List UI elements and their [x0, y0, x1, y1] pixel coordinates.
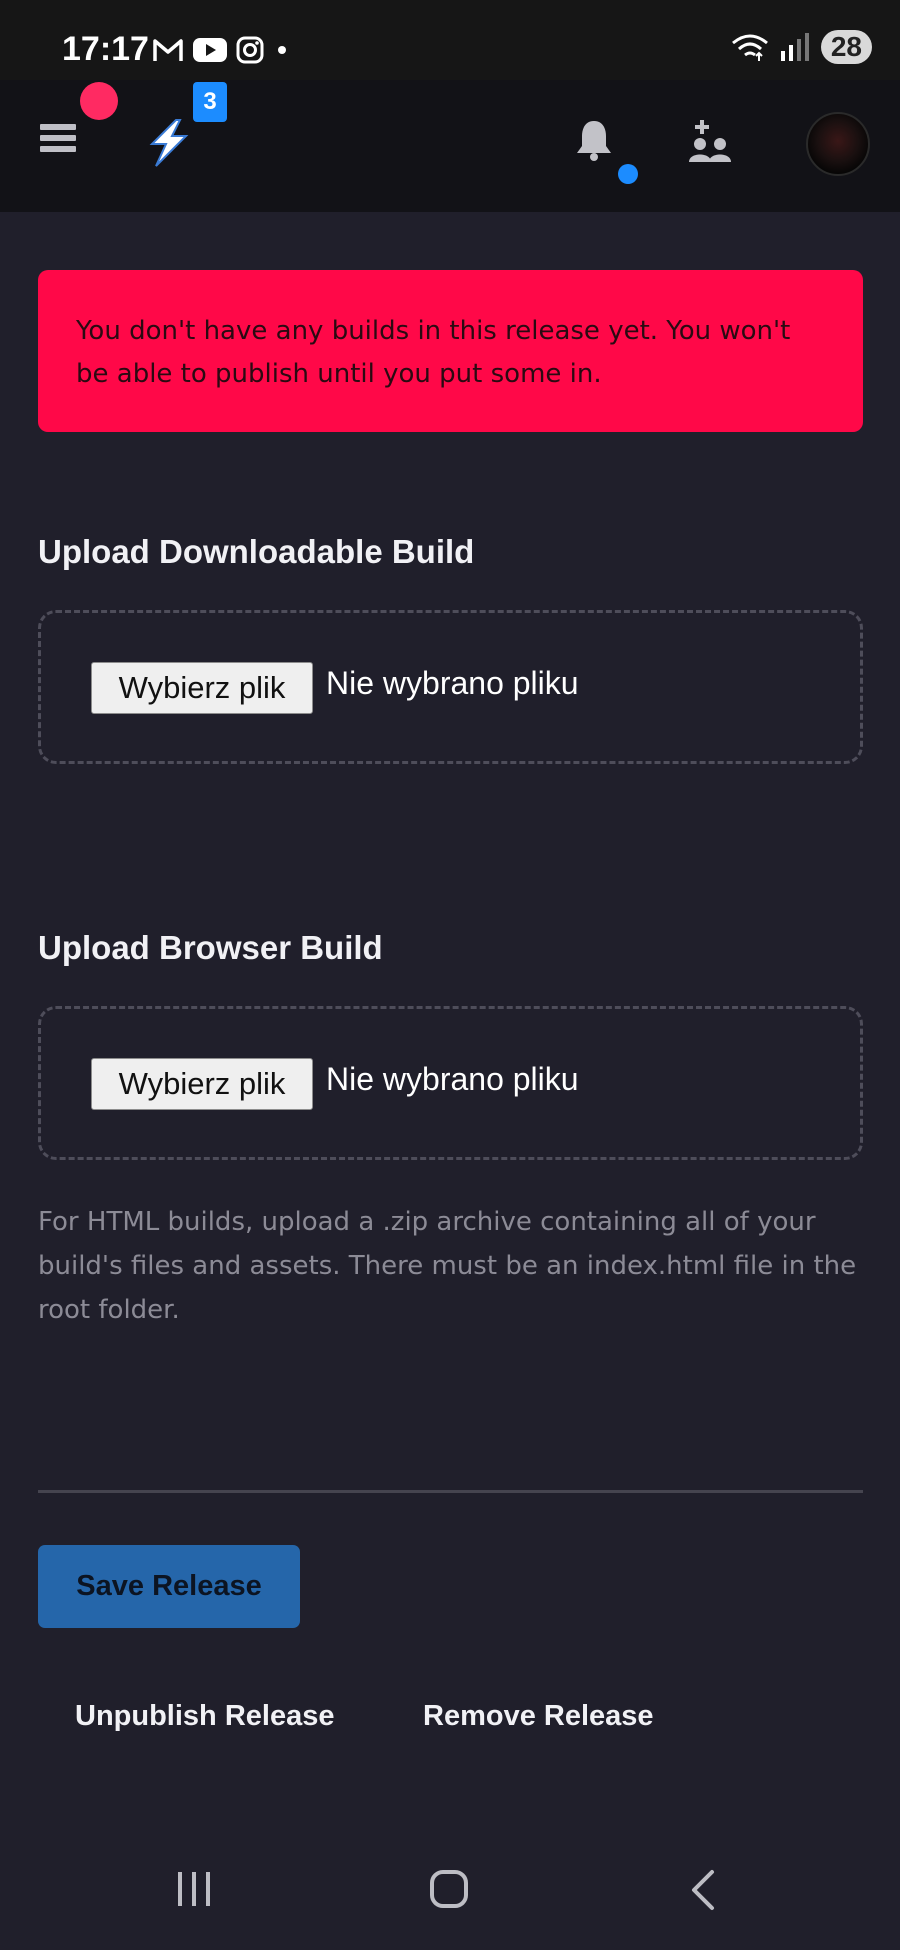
- browser-file-status: Nie wybrano pliku: [326, 1061, 579, 1097]
- downloadable-dropzone[interactable]: Wybierz plik Nie wybrano pliku: [38, 610, 863, 764]
- status-time: 17:17: [62, 30, 149, 68]
- wifi-icon: [731, 34, 768, 61]
- browser-dropzone[interactable]: Wybierz plik Nie wybrano pliku: [38, 1006, 863, 1160]
- battery-indicator: 28: [820, 30, 872, 64]
- hamburger-icon[interactable]: [40, 124, 76, 156]
- logo-badge: 3: [193, 82, 227, 122]
- recents-icon[interactable]: [178, 1872, 210, 1906]
- youtube-icon: [193, 38, 227, 62]
- dot-icon: [278, 46, 286, 54]
- bell-icon[interactable]: [574, 118, 614, 162]
- divider: [38, 1490, 863, 1493]
- add-friend-icon[interactable]: [688, 118, 732, 164]
- avatar[interactable]: [806, 112, 870, 176]
- notification-dot-blue: [618, 164, 638, 184]
- downloadable-choose-file-button[interactable]: Wybierz plik: [91, 662, 313, 714]
- android-navigation-bar: [0, 1850, 900, 1950]
- html-build-help-text: For HTML builds, upload a .zip archive c…: [38, 1207, 857, 1325]
- unpublish-release-button[interactable]: Unpublish Release: [75, 1700, 334, 1733]
- remove-release-button[interactable]: Remove Release: [423, 1700, 654, 1733]
- top-navigation: 3: [0, 80, 900, 212]
- downloadable-build-heading: Upload Downloadable Build: [38, 533, 475, 570]
- gmail-icon: [153, 39, 183, 61]
- notification-dot: [80, 82, 118, 120]
- browser-build-heading: Upload Browser Build: [38, 929, 383, 966]
- logo-icon[interactable]: [146, 118, 192, 168]
- browser-choose-file-button[interactable]: Wybierz plik: [91, 1058, 313, 1110]
- system-status: 28: [731, 30, 872, 64]
- instagram-icon: [236, 36, 264, 64]
- downloadable-file-status: Nie wybrano pliku: [326, 665, 579, 701]
- no-builds-alert: You don't have any builds in this releas…: [38, 270, 863, 432]
- status-bar: 17:17 28: [0, 0, 900, 80]
- back-icon[interactable]: [688, 1868, 718, 1912]
- home-icon[interactable]: [430, 1870, 468, 1908]
- save-release-button[interactable]: Save Release: [38, 1545, 300, 1628]
- signal-icon: [780, 33, 809, 61]
- notification-icons: [152, 36, 292, 64]
